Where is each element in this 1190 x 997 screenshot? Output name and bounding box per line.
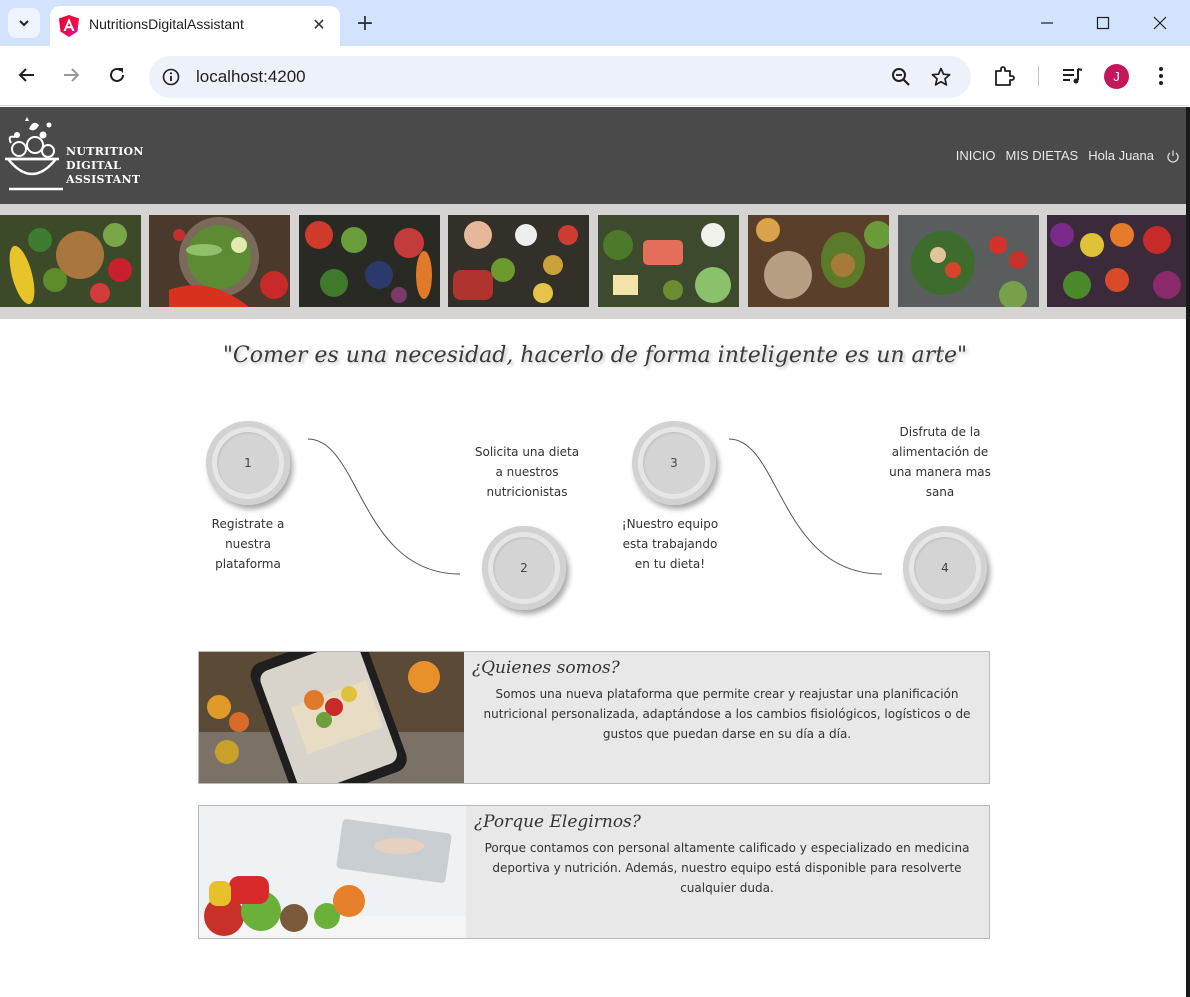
banner-image-grains [748,215,889,307]
nav-mis-dietas[interactable]: MIS DIETAS [1006,148,1079,163]
step-2-text: Solicita una dieta a nuestros nutricioni… [474,445,580,499]
reload-icon [110,67,124,82]
angular-icon [59,15,79,37]
tab-search-button[interactable] [8,8,40,38]
step-2-circle: 2 [482,526,566,610]
more-menu-icon[interactable] [1149,64,1173,88]
logout-power-icon[interactable] [1166,149,1180,163]
main-nav: INICIO MIS DIETAS Hola Juana [956,148,1180,163]
about-title: ¿Quienes somos? [472,658,620,678]
banner-image-salad [149,215,290,307]
arrow-left-icon [18,68,34,82]
app-logo[interactable]: NUTRITION DIGITAL ASSISTANT [5,115,145,195]
browser-tabstrip: NutritionsDigitalAssistant ✕ + [0,0,1190,46]
banner-image-vegetables [0,215,141,307]
app-header: NUTRITION DIGITAL ASSISTANT INICIO MIS D… [0,107,1190,204]
step-3-circle: 3 [632,421,716,505]
why-choose-card: ¿Porque Elegirnos? Porque contamos con p… [198,805,990,939]
food-banner [0,204,1190,319]
browser-toolbar: localhost:4200 J [0,46,1190,106]
chevron-down-icon [19,20,29,27]
zoom-icon[interactable] [890,66,912,88]
step-3-text: ¡Nuestro equipo esta trabajando en tu di… [621,517,719,571]
reload-button[interactable] [104,62,130,88]
steps-connector-curves [307,438,883,575]
bookmark-star-icon[interactable] [930,66,952,88]
step-1-circle: 1 [206,421,290,505]
tagline-quote: "Comer es una necesidad, hacerlo de form… [222,343,968,368]
step-4-text: Disfruta de la alimentación de una maner… [889,425,991,499]
window-edge [1186,107,1190,997]
close-tab-icon[interactable]: ✕ [308,13,330,35]
about-card: ¿Quienes somos? Somos una nueva platafor… [198,651,990,784]
banner-image-rainbow [1047,215,1188,307]
why-choose-image [199,806,466,938]
url-text[interactable]: localhost:4200 [196,67,306,87]
address-bar[interactable]: localhost:4200 [149,56,971,98]
toolbar-divider [1038,66,1039,86]
browser-tab[interactable]: NutritionsDigitalAssistant ✕ [50,6,340,46]
tab-title: NutritionsDigitalAssistant [89,16,244,32]
step-3-number: 3 [643,432,705,494]
new-tab-button[interactable]: + [352,10,378,36]
extensions-icon[interactable] [992,64,1016,88]
step-4-circle: 4 [903,526,987,610]
forward-button[interactable] [58,62,84,88]
logo-wordmark: NUTRITION DIGITAL ASSISTANT [66,145,144,186]
maximize-button[interactable] [1086,8,1120,38]
nav-inicio[interactable]: INICIO [956,148,996,163]
arrow-right-icon [64,68,80,82]
about-image [199,652,464,783]
close-window-button[interactable] [1143,8,1177,38]
step-1-text: Registrate a nuestra plataforma [211,517,285,571]
site-info-icon[interactable] [161,67,181,87]
banner-image-bowl [898,215,1039,307]
minimize-icon [1041,22,1053,24]
banner-image-produce [299,215,440,307]
close-icon [1153,16,1167,30]
why-choose-title: ¿Porque Elegirnos? [474,812,641,832]
maximize-icon [1096,16,1110,30]
step-4-number: 4 [914,537,976,599]
page-viewport: NUTRITION DIGITAL ASSISTANT INICIO MIS D… [0,107,1190,997]
minimize-button[interactable] [1030,8,1064,38]
step-1-number: 1 [217,432,279,494]
nav-greeting[interactable]: Hola Juana [1088,148,1154,163]
banner-image-meat-veg [448,215,589,307]
step-2-number: 2 [493,537,555,599]
profile-avatar[interactable]: J [1104,64,1129,89]
why-choose-body: Porque contamos con personal altamente c… [484,841,970,895]
banner-image-salmon [598,215,739,307]
back-button[interactable] [14,62,40,88]
media-controls-icon[interactable] [1060,64,1084,88]
salad-bowl-logo-icon [5,117,63,191]
about-body: Somos una nueva plataforma que permite c… [483,687,971,741]
